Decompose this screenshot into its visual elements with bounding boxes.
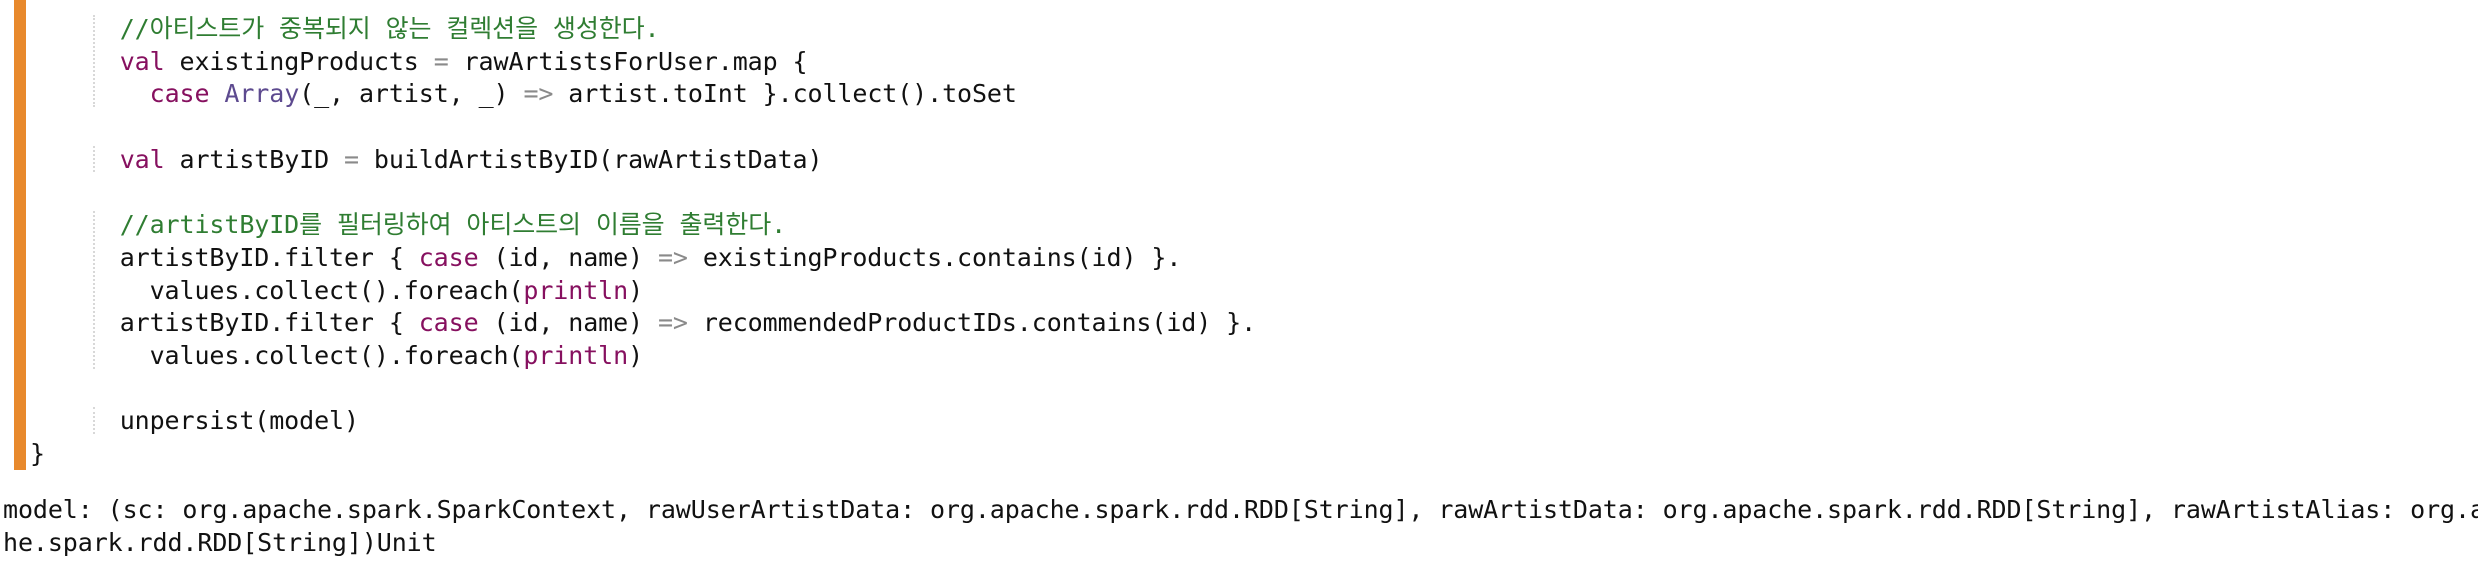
code-line: values.collect().foreach(println) <box>30 274 644 307</box>
code-text: } <box>30 439 45 469</box>
code-text: unpersist(model) <box>30 406 359 436</box>
code-text: artistByID.filter { <box>30 308 419 338</box>
code-line: } <box>30 437 45 470</box>
code-text: existingProducts.contains(id) }. <box>687 242 1182 272</box>
code-text: ) <box>628 275 644 305</box>
code-operator: = <box>344 144 359 174</box>
code-operator: => <box>657 242 688 272</box>
code-type: Array <box>224 79 300 109</box>
code-operator: => <box>657 308 688 338</box>
code-text: (_, artist, _) <box>299 79 524 109</box>
code-line: values.collect().foreach(println) <box>30 339 644 372</box>
code-text: (id, name) <box>478 308 658 338</box>
code-comment: //artistByID를 필터링하여 아티스트의 이름을 출력한다. <box>30 210 787 240</box>
code-text: values.collect().foreach( <box>30 275 524 305</box>
code-text: rawArtistsForUser.map { <box>448 46 808 76</box>
code-keyword: val <box>119 46 165 76</box>
code-line: //아티스트가 중복되지 않는 컬렉션을 생성한다. <box>30 12 660 45</box>
code-keyword: val <box>119 144 165 174</box>
code-text: existingProducts <box>164 46 434 76</box>
code-text: recommendedProductIDs.contains(id) }. <box>687 308 1257 338</box>
code-operator: => <box>523 79 554 109</box>
code-line: case Array(_, artist, _) => artist.toInt… <box>30 77 1017 110</box>
code-keyword: case <box>418 242 479 272</box>
code-function: println <box>523 341 629 370</box>
code-operator: = <box>433 46 449 76</box>
cell-focus-bar <box>14 0 26 470</box>
output-line: he.spark.rdd.RDD[String])Unit <box>3 527 437 557</box>
code-line: val artistByID = buildArtistByID(rawArti… <box>30 143 823 176</box>
code-text: buildArtistByID(rawArtistData) <box>358 144 823 174</box>
code-text: (id, name) <box>478 242 658 272</box>
code-text: ) <box>628 341 644 370</box>
code-line: //artistByID를 필터링하여 아티스트의 이름을 출력한다. <box>30 208 786 241</box>
code-keyword: case <box>418 308 479 338</box>
code-line: artistByID.filter { case (id, name) => e… <box>30 241 1182 274</box>
code-text: values.collect().foreach( <box>30 341 524 370</box>
code-line: artistByID.filter { case (id, name) => r… <box>30 306 1256 339</box>
code-function: println <box>523 275 629 305</box>
code-keyword: case <box>149 79 210 109</box>
code-line: val existingProducts = rawArtistsForUser… <box>30 45 808 78</box>
code-text: artistByID.filter { <box>30 242 419 272</box>
code-text: artist.toInt }.collect().toSet <box>553 79 1017 109</box>
code-comment: //아티스트가 중복되지 않는 컬렉션을 생성한다. <box>30 14 660 43</box>
output-line: model: (sc: org.apache.spark.SparkContex… <box>3 495 2478 524</box>
code-text: artistByID <box>164 144 344 174</box>
code-line: unpersist(model) <box>30 404 359 437</box>
